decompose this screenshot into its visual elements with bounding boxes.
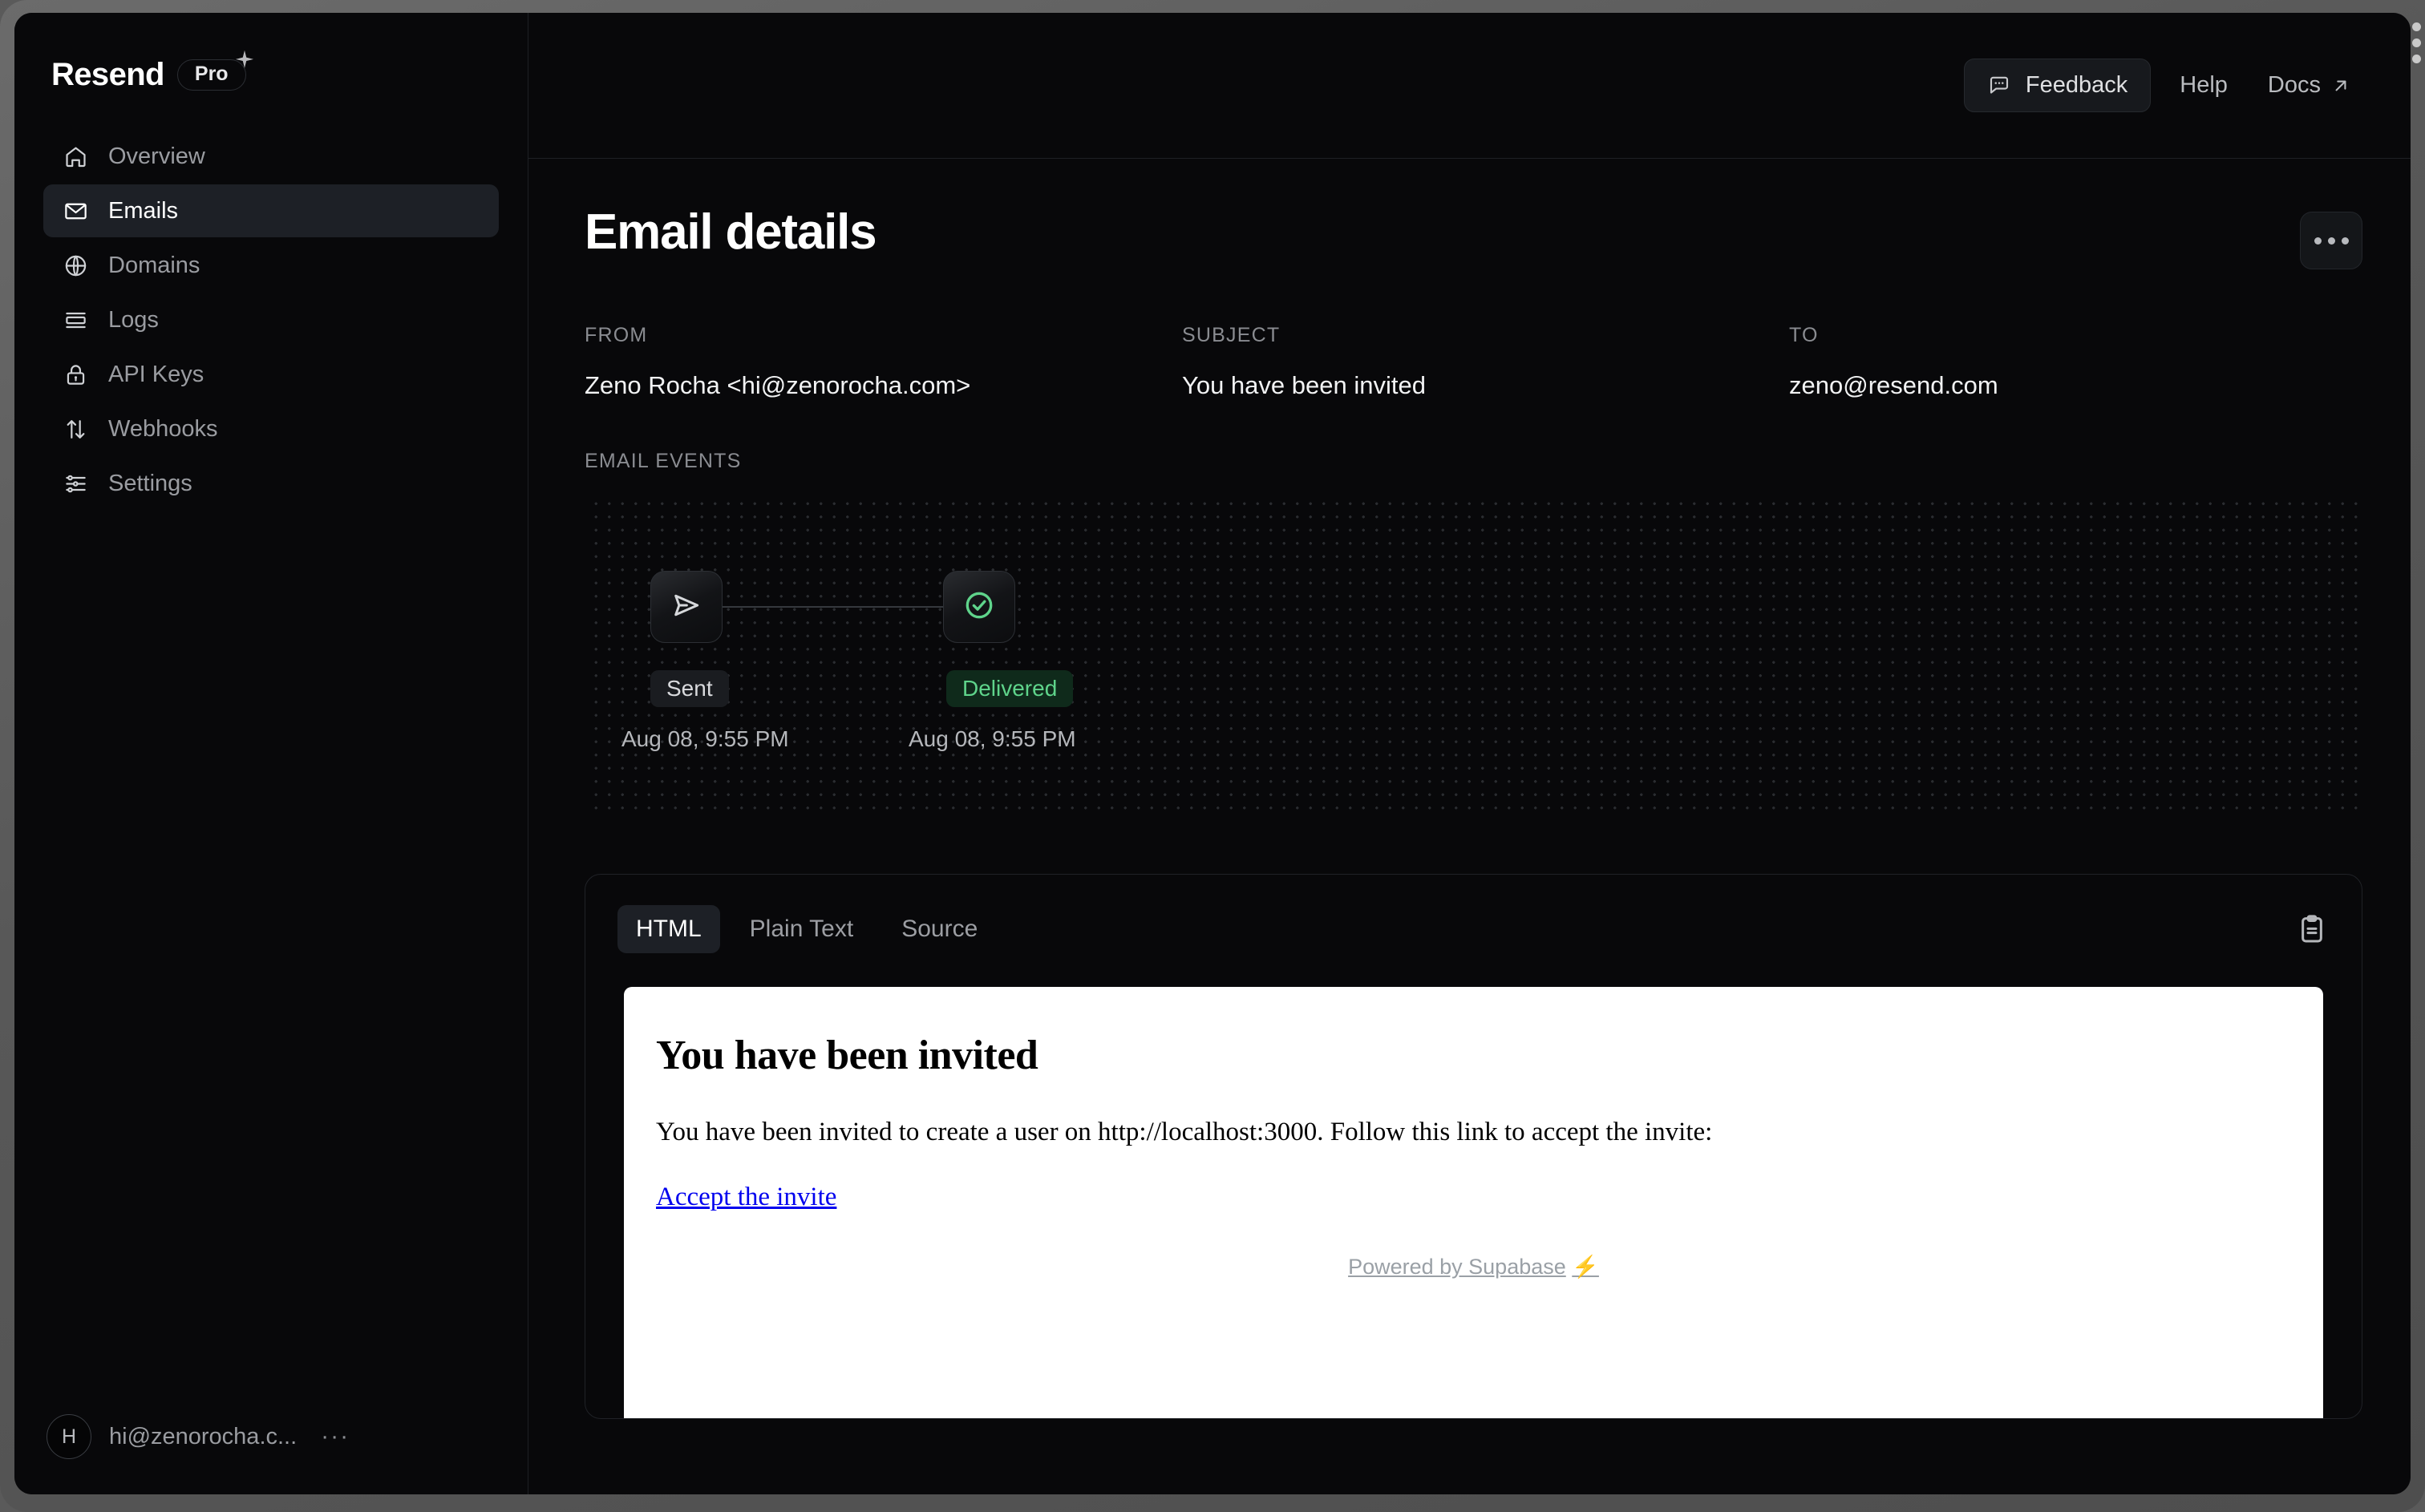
meta-label: TO	[1789, 324, 1819, 346]
sidebar-item-emails[interactable]: Emails	[43, 184, 499, 237]
more-options-button[interactable]	[2300, 212, 2362, 269]
sidebar-item-label: API Keys	[108, 361, 204, 387]
lightning-bolt-icon: ⚡	[1572, 1255, 1599, 1279]
email-meta-grid: FROM Zeno Rocha <hi@zenorocha.com> SUBJE…	[585, 324, 2362, 400]
sidebar-item-label: Logs	[108, 306, 159, 333]
help-label: Help	[2180, 72, 2228, 98]
email-events-label: EMAIL EVENTS	[585, 450, 742, 472]
meta-value: zeno@resend.com	[1789, 371, 1998, 399]
brand-row: Resend Pro	[14, 13, 528, 101]
event-badge-delivered: Delivered	[946, 670, 1074, 707]
preview-tabs: HTML Plain Text Source	[617, 905, 996, 953]
sparkle-icon	[235, 50, 253, 68]
meta-field-to: TO zeno@resend.com	[1789, 324, 2362, 400]
feedback-button[interactable]: Feedback	[1963, 59, 2152, 112]
sidebar-item-label: Overview	[108, 143, 205, 169]
docs-link[interactable]: Docs	[2257, 64, 2362, 107]
email-html-preview: You have been invited You have been invi…	[624, 987, 2323, 1418]
event-node-delivered[interactable]	[943, 571, 1015, 643]
accept-invite-link[interactable]: Accept the invite	[656, 1183, 836, 1212]
sidebar-item-domains[interactable]: Domains	[43, 239, 499, 292]
meta-label: FROM	[585, 324, 648, 346]
sidebar-item-settings[interactable]: Settings	[43, 457, 499, 510]
preview-tabs-row: HTML Plain Text Source	[585, 875, 2362, 953]
event-time-delivered: Aug 08, 9:55 PM	[909, 726, 1076, 751]
external-arrow-icon	[2330, 75, 2351, 96]
sidebar-item-logs[interactable]: Logs	[43, 293, 499, 346]
meta-value: Zeno Rocha <hi@zenorocha.com>	[585, 371, 971, 399]
content-scroll: Email details FROM Zeno Rocha <hi@zenoro…	[528, 159, 2411, 1494]
sidebar-item-webhooks[interactable]: Webhooks	[43, 402, 499, 455]
email-events-canvas: Sent Delivered Aug 08, 9:55 PM Aug 08, 9…	[585, 492, 2362, 818]
plan-badge-wrap: Pro	[176, 50, 253, 91]
window-scrollbar[interactable]	[2412, 22, 2422, 63]
help-link[interactable]: Help	[2168, 64, 2239, 107]
envelope-icon	[63, 198, 89, 224]
sidebar-user-row[interactable]: H hi@zenorocha.c... ···	[14, 1414, 528, 1494]
user-email-label: hi@zenorocha.c...	[109, 1423, 298, 1449]
sidebar-nav: Overview Emails Domains Logs API Keys We…	[14, 130, 528, 510]
home-icon	[63, 144, 89, 170]
feedback-label: Feedback	[2025, 72, 2128, 98]
email-paragraph: You have been invited to create a user o…	[656, 1118, 1713, 1146]
brand-logo: Resend	[51, 56, 165, 92]
email-heading: You have been invited	[656, 1033, 1038, 1078]
topbar: Feedback Help Docs	[528, 13, 2411, 159]
tab-source[interactable]: Source	[883, 905, 996, 953]
sliders-icon	[63, 471, 89, 497]
sidebar-item-label: Emails	[108, 197, 179, 224]
meta-label: SUBJECT	[1182, 324, 1281, 346]
send-paper-plane-icon	[670, 588, 703, 626]
tab-html[interactable]: HTML	[617, 905, 720, 953]
dot	[2341, 237, 2349, 245]
powered-by-label[interactable]: Powered by Supabase	[1348, 1255, 1566, 1279]
event-badge-sent: Sent	[650, 670, 729, 707]
meta-value: You have been invited	[1182, 371, 1426, 399]
scrollbar-dot	[2412, 38, 2421, 47]
docs-label: Docs	[2267, 72, 2321, 98]
user-more-icon[interactable]: ···	[321, 1425, 350, 1449]
scrollbar-dot	[2412, 55, 2421, 63]
globe-icon	[63, 253, 89, 279]
app-window: Resend Pro Overview Emails Domains Logs …	[14, 13, 2411, 1494]
sidebar-item-label: Webhooks	[108, 415, 218, 442]
sidebar-item-overview[interactable]: Overview	[43, 130, 499, 183]
device-frame: Resend Pro Overview Emails Domains Logs …	[0, 0, 2425, 1512]
tab-plain-text[interactable]: Plain Text	[731, 905, 872, 953]
sidebar: Resend Pro Overview Emails Domains Logs …	[14, 13, 528, 1494]
clipboard-copy-icon[interactable]	[2294, 912, 2330, 947]
meta-field-subject: SUBJECT You have been invited	[1182, 324, 1789, 400]
chat-bubble-icon	[1987, 73, 2012, 98]
sidebar-item-label: Domains	[108, 252, 200, 278]
dot	[2327, 237, 2335, 245]
event-node-sent[interactable]	[650, 571, 723, 643]
check-circle-icon	[962, 588, 996, 626]
page-title: Email details	[585, 204, 877, 260]
event-connector	[721, 606, 945, 608]
logs-icon	[63, 307, 89, 334]
scrollbar-dot	[2412, 22, 2421, 31]
email-preview-card: HTML Plain Text Source You have been inv…	[585, 874, 2362, 1419]
lock-icon	[63, 362, 89, 388]
dot	[2314, 237, 2322, 245]
meta-field-from: FROM Zeno Rocha <hi@zenorocha.com>	[585, 324, 1182, 400]
avatar: H	[47, 1414, 91, 1459]
arrows-updown-icon	[63, 416, 89, 443]
main-area: Feedback Help Docs Email details FROM Ze…	[528, 13, 2411, 1494]
page-header: Email details	[585, 204, 2362, 269]
events-flow	[650, 571, 1015, 643]
sidebar-item-api-keys[interactable]: API Keys	[43, 348, 499, 401]
sidebar-item-label: Settings	[108, 470, 192, 496]
email-footer: Powered by Supabase ⚡	[656, 1254, 2291, 1280]
event-time-sent: Aug 08, 9:55 PM	[621, 726, 789, 751]
